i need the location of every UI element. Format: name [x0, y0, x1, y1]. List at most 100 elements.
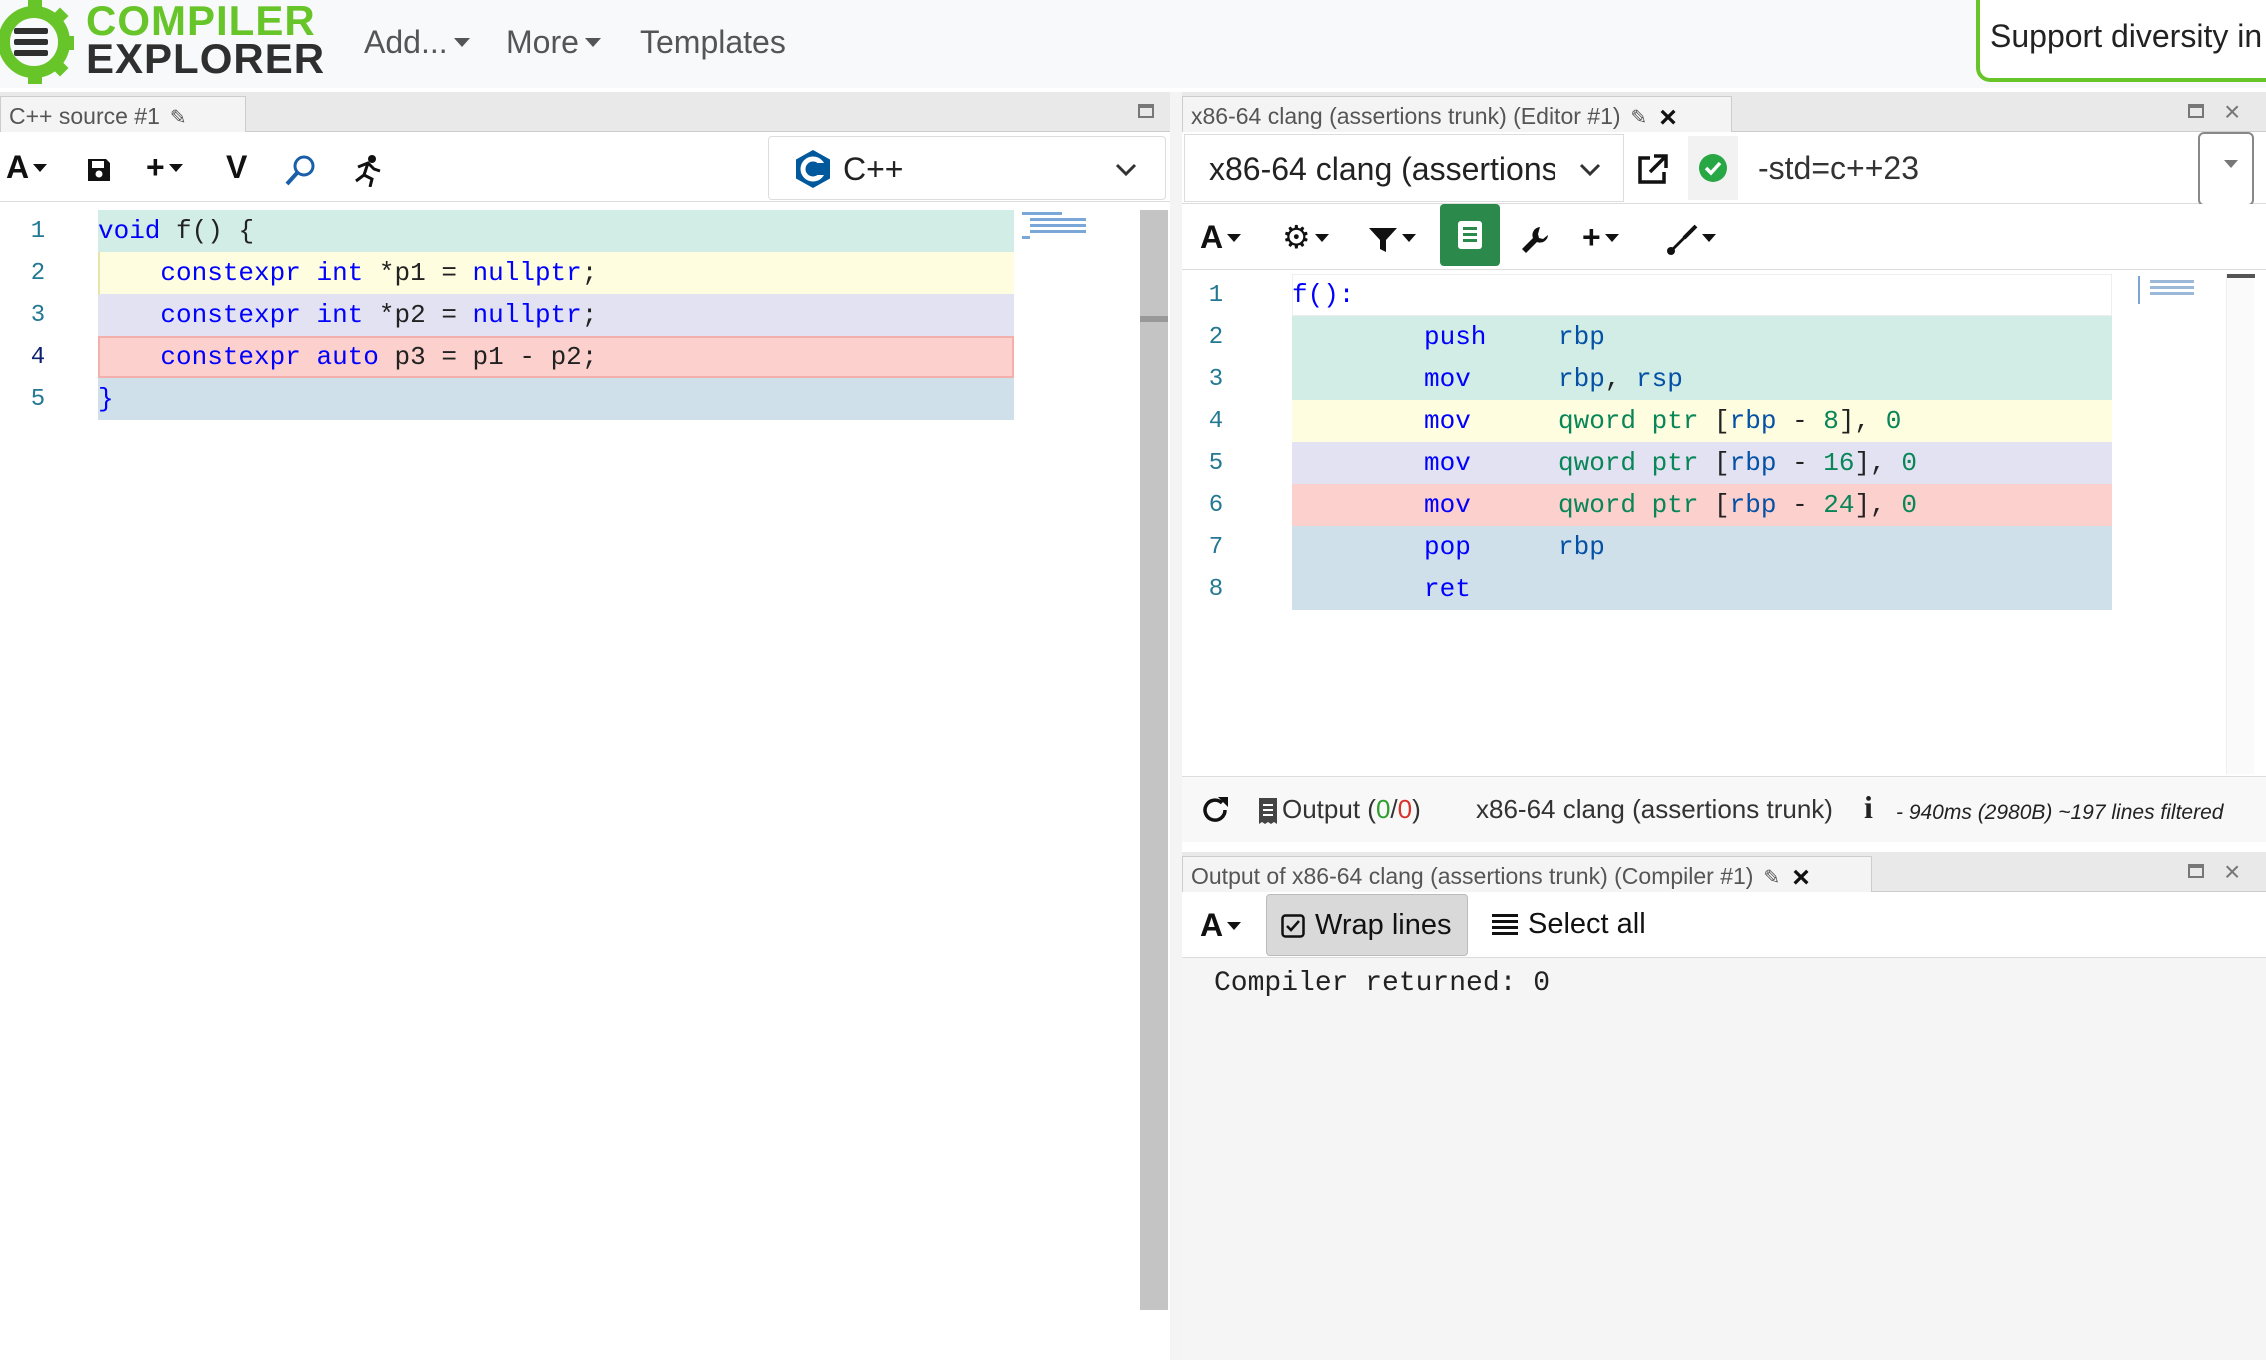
top-navbar: COMPILER EXPLORER Add... More Templates … — [0, 0, 2266, 88]
compiler-tabbar: x86-64 clang (assertions trunk) (Editor … — [1182, 92, 2266, 134]
run-icon — [355, 154, 381, 187]
source-toolbar: A + V C++ — [0, 132, 1170, 202]
source-scrollbar-thumb[interactable] — [1140, 210, 1168, 1310]
pane-splitter[interactable] — [1170, 92, 1182, 1360]
asm-line-number: 1 — [1208, 282, 1224, 309]
search-icon — [285, 155, 315, 185]
line-number: 1 — [30, 218, 46, 245]
font-size-button[interactable]: A — [1200, 212, 1242, 262]
stderr-count: 0 — [1397, 794, 1413, 824]
assembly-output-area[interactable]: 1 f(): 2 push rbp 3 mov rbp, rsp 4 mov qword ptr [… — [1182, 274, 2226, 774]
pencil-icon[interactable]: ✎ — [1631, 107, 1648, 129]
close-icon[interactable]: × — [1792, 861, 1810, 894]
font-size-button[interactable]: A — [6, 142, 48, 192]
asm-line-number: 4 — [1208, 408, 1224, 435]
code-line-highlight — [98, 378, 1014, 420]
caret-down-icon — [1702, 233, 1716, 242]
tab-compiler[interactable]: x86-64 clang (assertions trunk) (Editor … — [1182, 96, 1732, 134]
add-tool-button[interactable]: + — [1582, 212, 1619, 262]
runner-button[interactable] — [350, 142, 384, 192]
language-select[interactable]: C++ — [768, 136, 1166, 200]
tab-source-editor[interactable]: C++ source #1 ✎ — [0, 96, 246, 134]
tab-compiler-output[interactable]: Output of x86-64 clang (assertions trunk… — [1182, 856, 1872, 894]
close-icon[interactable]: × — [2224, 96, 2240, 128]
templates-link[interactable]: Templates — [640, 20, 786, 64]
check-circle-icon — [1699, 154, 1727, 182]
pencil-icon[interactable]: ✎ — [170, 107, 187, 129]
compiler-select[interactable]: x86-64 clang (assertions trunk) — [1184, 134, 1624, 202]
minimap[interactable] — [1020, 210, 1090, 240]
source-tabbar: C++ source #1 ✎ — [0, 92, 1170, 134]
pencil-icon[interactable]: ✎ — [1763, 867, 1780, 889]
compiler-pane: x86-64 clang (assertions trunk) (Editor … — [1182, 92, 2266, 850]
output-settings-button[interactable]: ⚙ — [1282, 212, 1329, 262]
compiler-name-label: x86-64 clang (assertions trunk) — [1476, 794, 1833, 824]
maximize-icon[interactable] — [1138, 104, 1154, 118]
filter-icon — [1369, 227, 1397, 252]
logo-gear-icon — [0, 0, 74, 84]
select-all-button[interactable]: Select all — [1482, 894, 1672, 956]
caret-down-icon — [453, 38, 470, 48]
compiler-picker-row: x86-64 clang (assertions trunk) — [1182, 132, 2266, 206]
chevron-down-icon — [1579, 163, 1601, 177]
source-code-area[interactable]: 1 2 3 4 5 void f() { constexpr int *p1 =… — [0, 210, 1140, 1360]
close-icon[interactable]: × — [2224, 856, 2240, 888]
line-number: 4 — [30, 344, 46, 371]
wrench-icon — [1522, 226, 1548, 253]
add-new-button[interactable]: + — [146, 142, 183, 192]
checkbox-checked-icon — [1281, 914, 1305, 938]
compiler-output-body[interactable]: Compiler returned: 0 — [1182, 958, 2266, 1360]
caret-down-icon — [2224, 160, 2238, 168]
more-menu[interactable]: More — [506, 20, 601, 64]
asm-line-highlight — [1292, 526, 2112, 568]
support-diversity-button[interactable]: Support diversity in — [1976, 0, 2266, 82]
minimap[interactable] — [2136, 274, 2206, 304]
popout-button[interactable] — [1630, 146, 1676, 192]
overrides-button[interactable] — [1520, 212, 1550, 262]
logo-text-explorer: EXPLORER — [86, 35, 326, 82]
maximize-icon[interactable] — [2188, 864, 2204, 878]
stdout-count: 0 — [1375, 794, 1391, 824]
output-toolbar: A Wrap lines Select all — [1182, 892, 2266, 958]
compiler-output-pane: Output of x86-64 clang (assertions trunk… — [1182, 852, 2266, 1360]
add-menu[interactable]: Add... — [364, 20, 470, 64]
compiler-options-input[interactable] — [1740, 134, 2180, 202]
external-link-icon — [1638, 154, 1668, 184]
assembly-scrollbar[interactable] — [2226, 274, 2255, 774]
line-number: 2 — [30, 260, 46, 287]
save-button[interactable] — [86, 142, 112, 192]
asm-line-number: 3 — [1208, 366, 1224, 393]
caret-down-icon — [1604, 233, 1619, 242]
list-icon — [1492, 914, 1518, 935]
options-dropdown-button[interactable] — [2198, 132, 2254, 206]
maximize-icon[interactable] — [2188, 104, 2204, 118]
tab-title: Output of x86-64 clang (assertions trunk… — [1191, 863, 1754, 889]
line-number: 3 — [30, 302, 46, 329]
output-toggle[interactable]: Output (0/0) — [1258, 794, 1421, 825]
caret-down-icon — [33, 163, 48, 172]
compiler-toolbar: A ⚙ + — [1182, 204, 2266, 270]
asm-line-highlight — [1292, 568, 2112, 610]
filter-button[interactable] — [1368, 212, 1416, 262]
source-editor-pane: C++ source #1 ✎ A + V C++ 1 2 3 4 5 void… — [0, 92, 1170, 1360]
gear-icon: ⚙ — [1282, 219, 1311, 255]
asm-line-number: 7 — [1208, 534, 1224, 561]
compiler-select-label: x86-64 clang (assertions trunk) — [1209, 151, 1555, 187]
tools-button[interactable] — [1666, 212, 1716, 262]
refresh-icon[interactable] — [1200, 795, 1230, 825]
quick-search-button[interactable] — [284, 142, 318, 192]
language-label: C++ — [843, 151, 904, 187]
info-icon[interactable]: i — [1864, 789, 1873, 826]
compiler-status-bar: Output (0/0) x86-64 clang (assertions tr… — [1182, 776, 2266, 842]
libraries-button[interactable] — [1440, 204, 1500, 266]
close-icon[interactable]: × — [1659, 101, 1677, 134]
asm-line-highlight — [1292, 316, 2112, 358]
caret-down-icon — [584, 38, 601, 48]
add-menu-label: Add... — [364, 24, 448, 60]
font-size-button[interactable]: A — [1200, 900, 1242, 950]
compile-status-indicator[interactable] — [1688, 136, 1738, 200]
asm-line-number: 6 — [1208, 492, 1224, 519]
vim-mode-button[interactable]: V — [226, 142, 247, 192]
wrap-lines-toggle[interactable]: Wrap lines — [1266, 894, 1468, 956]
compiler-explorer-logo[interactable]: COMPILER EXPLORER — [0, 0, 324, 88]
